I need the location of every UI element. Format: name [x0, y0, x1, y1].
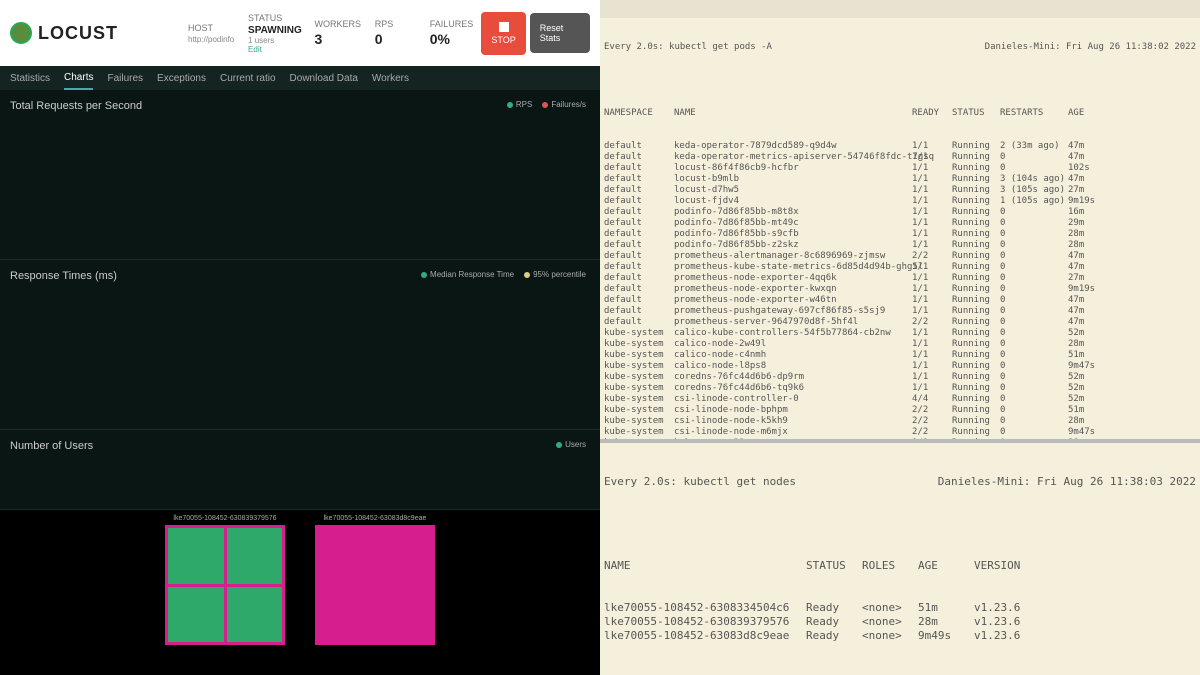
pod-row: kube-systemcoredns-76fc44d6b6-tq9k61/1Ru…: [604, 383, 1196, 394]
worker-1-grid: [165, 525, 285, 645]
pod-row: defaultprometheus-node-exporter-w46tn1/1…: [604, 295, 1196, 306]
worker-grid: lke70055-108452-630839379576 lke70055-10…: [0, 510, 600, 675]
worker-1: lke70055-108452-630839379576: [165, 515, 285, 645]
locust-header: LOCUST HOST http://podinfo STATUS SPAWNI…: [0, 0, 600, 66]
worker-2-grid: [315, 525, 435, 645]
locust-logo-icon: [10, 22, 32, 44]
reset-button[interactable]: Reset Stats: [530, 13, 590, 53]
kubectl-pods-terminal[interactable]: Every 2.0s: kubectl get pods -A Danieles…: [600, 0, 1200, 439]
pod-row: defaultlocust-b9mlb1/1Running3 (104s ago…: [604, 174, 1196, 185]
users-legend: Users: [556, 440, 586, 449]
pod-row: kube-systemcoredns-76fc44d6b6-dp9rm1/1Ru…: [604, 372, 1196, 383]
tab-download-data[interactable]: Download Data: [290, 68, 358, 89]
charts-area: RPSFailures/s Total Requests per Second …: [0, 90, 600, 510]
pod-row: defaultprometheus-node-exporter-kwxqn1/1…: [604, 284, 1196, 295]
pod-row: kube-systemcalico-kube-controllers-54f5b…: [604, 328, 1196, 339]
pod-row: kube-systemcalico-node-2w49l1/1Running02…: [604, 339, 1196, 350]
pod-row: defaultprometheus-node-exporter-4qq6k1/1…: [604, 273, 1196, 284]
node-row: lke70055-108452-630839379576Ready<none>2…: [604, 615, 1196, 629]
tab-current-ratio[interactable]: Current ratio: [220, 68, 276, 89]
workers-stat: WORKERS 3: [305, 19, 365, 47]
pod-row: kube-systemcsi-linode-controller-04/4Run…: [604, 394, 1196, 405]
node-row: lke70055-108452-63083d8c9eaeReady<none>9…: [604, 629, 1196, 643]
requests-chart: RPSFailures/s Total Requests per Second: [0, 90, 600, 260]
locust-pane: LOCUST HOST http://podinfo STATUS SPAWNI…: [0, 0, 600, 675]
edit-link[interactable]: Edit: [248, 45, 294, 54]
requests-legend: RPSFailures/s: [507, 100, 586, 109]
locust-logo: LOCUST: [10, 22, 118, 44]
logo-text: LOCUST: [38, 23, 118, 44]
pod-row: defaultkeda-operator-metrics-apiserver-5…: [604, 152, 1196, 163]
stop-icon: [499, 22, 509, 32]
kubectl-nodes-terminal[interactable]: Every 2.0s: kubectl get nodes Danieles-M…: [600, 439, 1200, 675]
pod-row: defaultpodinfo-7d86f85bb-mt49c1/1Running…: [604, 218, 1196, 229]
nodes-rows: lke70055-108452-6308334504c6Ready<none>5…: [604, 601, 1196, 643]
pod-row: defaultkeda-operator-7879dcd589-q9d4w1/1…: [604, 141, 1196, 152]
worker-cell: [168, 587, 224, 643]
pod-row: defaultlocust-86f4f86cb9-hcfbr1/1Running…: [604, 163, 1196, 174]
pod-row: kube-systemcsi-linode-node-bphpm2/2Runni…: [604, 405, 1196, 416]
pod-row: defaultlocust-d7hw51/1Running3 (105s ago…: [604, 185, 1196, 196]
worker-2: lke70055-108452-63083d8c9eae: [315, 515, 435, 645]
tab-exceptions[interactable]: Exceptions: [157, 68, 206, 89]
tab-failures[interactable]: Failures: [107, 68, 143, 89]
tab-workers[interactable]: Workers: [372, 68, 409, 89]
pod-row: defaultprometheus-kube-state-metrics-6d8…: [604, 262, 1196, 273]
pods-rows: defaultkeda-operator-7879dcd589-q9d4w1/1…: [604, 141, 1196, 439]
response-chart: Median Response Time95% percentile Respo…: [0, 260, 600, 430]
pods-header: NAMESPACENAMEREADYSTATUSRESTARTSAGE: [604, 108, 1196, 119]
pod-row: defaultpodinfo-7d86f85bb-m8t8x1/1Running…: [604, 207, 1196, 218]
tab-charts[interactable]: Charts: [64, 67, 93, 90]
pod-row: kube-systemcsi-linode-node-k5kh92/2Runni…: [604, 416, 1196, 427]
node-row: lke70055-108452-6308334504c6Ready<none>5…: [604, 601, 1196, 615]
terminal-pane: Every 2.0s: kubectl get pods -A Danieles…: [600, 0, 1200, 675]
rps-stat: RPS 0: [365, 19, 420, 47]
pod-row: defaultprometheus-pushgateway-697cf86f85…: [604, 306, 1196, 317]
tab-nav: Statistics Charts Failures Exceptions Curren…: [0, 66, 600, 90]
failures-stat: FAILURES 0%: [420, 19, 478, 47]
pod-row: kube-systemcsi-linode-node-m6mjx2/2Runni…: [604, 427, 1196, 438]
pod-row: defaultlocust-fjdv41/1Running1 (105s ago…: [604, 196, 1196, 207]
response-legend: Median Response Time95% percentile: [421, 270, 586, 279]
pod-row: kube-systemcalico-node-c4nmh1/1Running05…: [604, 350, 1196, 361]
host-stat: HOST http://podinfo: [178, 23, 238, 44]
stop-button[interactable]: STOP: [481, 12, 525, 55]
worker-cell: [168, 528, 224, 584]
tab-statistics[interactable]: Statistics: [10, 68, 50, 89]
pod-row: defaultprometheus-server-9647970d8f-5hf4…: [604, 317, 1196, 328]
pod-row: defaultpodinfo-7d86f85bb-s9cfb1/1Running…: [604, 229, 1196, 240]
worker-cell: [227, 528, 283, 584]
users-chart: Users Number of Users: [0, 430, 600, 510]
pod-row: defaultprometheus-alertmanager-8c6896969…: [604, 251, 1196, 262]
pod-row: defaultpodinfo-7d86f85bb-z2skz1/1Running…: [604, 240, 1196, 251]
nodes-header: NAMESTATUSROLESAGEVERSION: [604, 559, 1196, 573]
worker-cell: [227, 587, 283, 643]
status-stat: STATUS SPAWNING 1 users Edit: [238, 13, 304, 54]
pod-row: kube-systemcalico-node-l8ps81/1Running09…: [604, 361, 1196, 372]
